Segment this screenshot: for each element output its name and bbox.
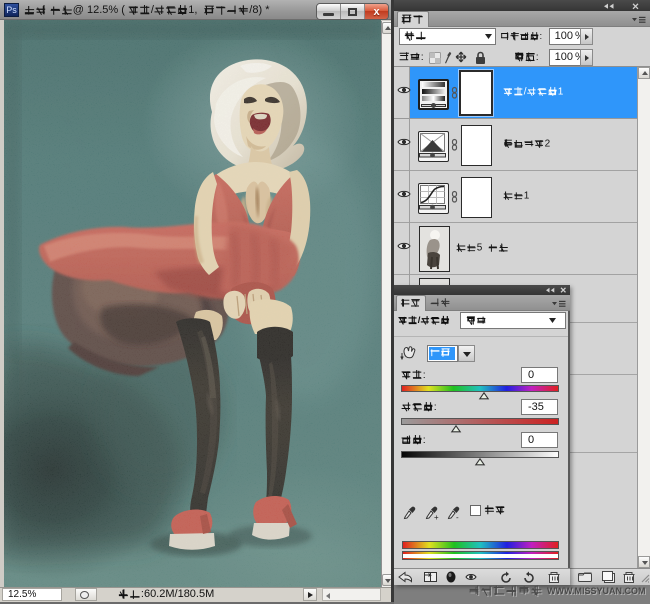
svg-text::: :: [536, 51, 539, 63]
svg-text:1: 1: [524, 190, 530, 201]
svg-text:5: 5: [477, 242, 483, 253]
svg-text:-: -: [456, 513, 459, 522]
svg-text::: :: [540, 31, 543, 42]
svg-text::: :: [434, 401, 437, 413]
svg-text:/: /: [524, 86, 527, 97]
svg-text:1: 1: [558, 86, 564, 97]
svg-text::: :: [423, 434, 426, 446]
svg-text:/: /: [151, 4, 155, 16]
svg-text::60.2M/180.5M: :60.2M/180.5M: [141, 588, 214, 600]
svg-text:@ 12.5% (: @ 12.5% (: [73, 4, 125, 16]
svg-text:/: /: [418, 315, 421, 326]
svg-text::: :: [421, 51, 424, 63]
svg-text::: :: [423, 369, 426, 381]
svg-text:1,: 1,: [188, 4, 197, 16]
svg-text:+: +: [434, 513, 439, 522]
svg-text:/8) *: /8) *: [249, 4, 270, 16]
svg-text:2: 2: [545, 138, 551, 149]
